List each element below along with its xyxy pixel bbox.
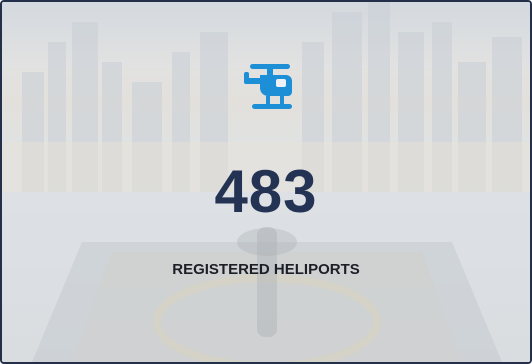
helicopter-icon (244, 64, 292, 109)
stat-value: 483 (214, 158, 318, 225)
stat-content: 483 REGISTERED HELIPORTS (2, 2, 530, 362)
stat-card: 483 REGISTERED HELIPORTS (0, 0, 532, 364)
stat-label: REGISTERED HELIPORTS (172, 261, 360, 278)
